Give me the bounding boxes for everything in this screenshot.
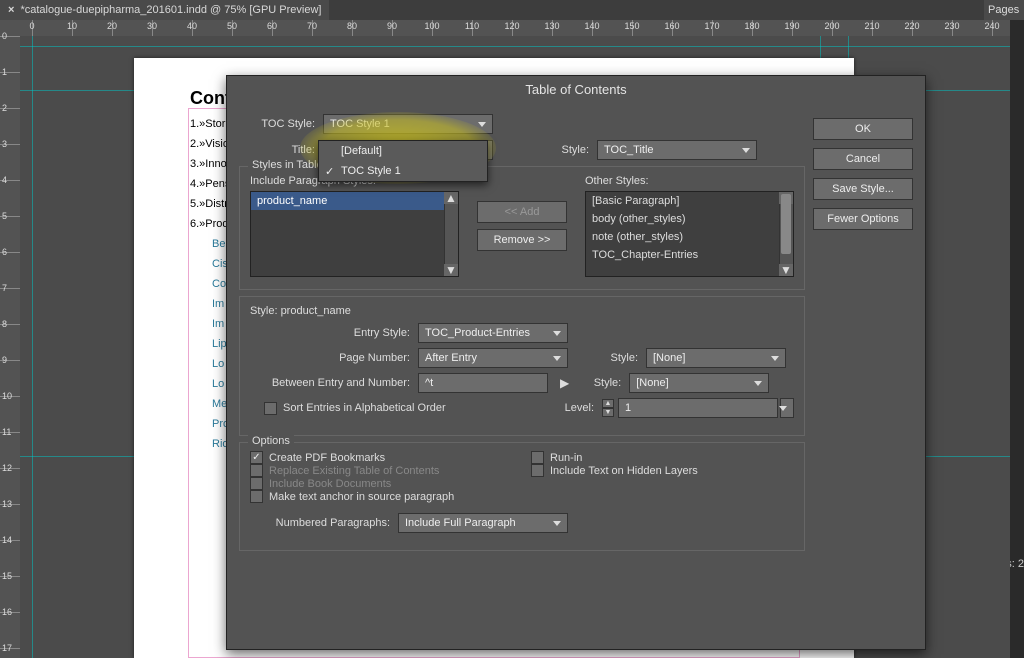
text-anchor-label: Make text anchor in source paragraph (269, 491, 454, 503)
fewer-options-button[interactable]: Fewer Options (813, 208, 913, 230)
chevron-down-icon (769, 352, 781, 364)
level-value[interactable]: 1 (618, 398, 778, 418)
page-number-style-value: [None] (653, 352, 685, 364)
chevron-down-icon (777, 402, 789, 414)
run-in-checkbox[interactable]: Run-in (531, 451, 794, 464)
replace-existing-label: Replace Existing Table of Contents (269, 465, 439, 477)
include-book-checkbox: Include Book Documents (250, 477, 513, 490)
checkbox-icon (264, 402, 277, 415)
list-item[interactable]: note (other_styles) (586, 228, 793, 246)
options-section-legend: Options (248, 435, 294, 447)
options-section: Options ✓Create PDF Bookmarks Replace Ex… (239, 442, 805, 551)
list-item[interactable]: TOC_Chapter-Entries (586, 246, 793, 264)
scroll-thumb[interactable] (781, 194, 791, 254)
entry-style-value: TOC_Product-Entries (425, 327, 530, 339)
scrollbar[interactable]: ▲ ▼ (779, 192, 793, 276)
sort-entries-label: Sort Entries in Alphabetical Order (283, 402, 446, 414)
ok-button[interactable]: OK (813, 118, 913, 140)
between-style-label: Style: (581, 377, 621, 389)
vertical-ruler[interactable]: 01234567891011121314151617 (0, 20, 20, 658)
document-tab[interactable]: × *catalogue-duepipharma_201601.indd @ 7… (0, 0, 329, 20)
between-label: Between Entry and Number: (250, 377, 410, 389)
entry-section: Style: product_name Entry Style: TOC_Pro… (239, 296, 805, 436)
list-item[interactable]: body (other_styles) (586, 210, 793, 228)
numbered-para-label: Numbered Paragraphs: (250, 517, 390, 529)
page-number-select[interactable]: After Entry (418, 348, 568, 368)
cancel-button[interactable]: Cancel (813, 148, 913, 170)
other-styles-listbox[interactable]: [Basic Paragraph]body (other_styles)note… (585, 191, 794, 277)
create-pdf-bookmarks-label: Create PDF Bookmarks (269, 452, 385, 464)
checkbox-icon (531, 464, 544, 477)
replace-existing-checkbox: Replace Existing Table of Contents (250, 464, 513, 477)
horizontal-ruler[interactable]: 0102030405060708090100110120130140150160… (20, 20, 1010, 36)
entry-style-select[interactable]: TOC_Product-Entries (418, 323, 568, 343)
entry-style-label: Entry Style: (250, 327, 410, 339)
checkbox-icon: ✓ (250, 451, 263, 464)
title-style-value: TOC_Title (604, 144, 654, 156)
include-book-label: Include Book Documents (269, 478, 391, 490)
remove-style-button[interactable]: Remove >> (477, 229, 567, 251)
toc-style-dropdown[interactable]: [Default] TOC Style 1 (318, 140, 488, 182)
between-style-select[interactable]: [None] (629, 373, 769, 393)
toc-style-value: TOC Style 1 (330, 118, 390, 130)
between-style-value: [None] (636, 377, 668, 389)
scroll-up-icon[interactable]: ▲ (444, 192, 458, 204)
hidden-layers-label: Include Text on Hidden Layers (550, 465, 698, 477)
chevron-down-icon (752, 377, 764, 389)
entry-style-heading: Style: product_name (250, 305, 794, 317)
chevron-down-icon (551, 517, 563, 529)
toc-style-select[interactable]: TOC Style 1 (323, 114, 493, 134)
page-number-style-label: Style: (598, 352, 638, 364)
numbered-para-select[interactable]: Include Full Paragraph (398, 513, 568, 533)
list-item[interactable]: [Basic Paragraph] (586, 192, 793, 210)
stepper-up-icon[interactable]: ▲ (602, 399, 614, 408)
chevron-down-icon (551, 327, 563, 339)
document-tab-title: *catalogue-duepipharma_201601.indd @ 75%… (20, 4, 321, 16)
other-styles-label: Other Styles: (585, 175, 794, 187)
sort-entries-checkbox[interactable]: Sort Entries in Alphabetical Order (264, 402, 446, 415)
checkbox-icon (250, 490, 263, 503)
tab-bar: × *catalogue-duepipharma_201601.indd @ 7… (0, 0, 1024, 20)
toc-style-label: TOC Style: (239, 118, 315, 130)
checkbox-icon (531, 451, 544, 464)
text-anchor-checkbox[interactable]: Make text anchor in source paragraph (250, 490, 513, 503)
scrollbar[interactable]: ▲ ▼ (444, 192, 458, 276)
chevron-down-icon (740, 144, 752, 156)
include-styles-listbox[interactable]: product_name ▲ ▼ (250, 191, 459, 277)
title-style-label: Style: (549, 144, 589, 156)
title-label: Title: (239, 144, 315, 156)
close-tab-icon[interactable]: × (8, 4, 14, 16)
title-style-select[interactable]: TOC_Title (597, 140, 757, 160)
checkbox-icon (250, 464, 263, 477)
dialog-title: Table of Contents (227, 76, 925, 107)
dropdown-item[interactable]: TOC Style 1 (319, 161, 487, 181)
styles-section: Styles in Table of Contents Include Para… (239, 166, 805, 290)
scroll-down-icon[interactable]: ▼ (779, 264, 793, 276)
list-item[interactable]: product_name (251, 192, 458, 210)
scroll-down-icon[interactable]: ▼ (444, 264, 458, 276)
page-number-value: After Entry (425, 352, 477, 364)
chevron-down-icon (476, 118, 488, 130)
special-char-menu-icon[interactable]: ▶ (556, 376, 573, 390)
between-input[interactable]: ^t (418, 373, 548, 393)
add-style-button[interactable]: << Add (477, 201, 567, 223)
page-number-label: Page Number: (250, 352, 410, 364)
level-stepper[interactable]: ▲▼ 1 (602, 398, 794, 418)
page-number-style-select[interactable]: [None] (646, 348, 786, 368)
hidden-layers-checkbox[interactable]: Include Text on Hidden Layers (531, 464, 794, 477)
create-pdf-bookmarks-checkbox[interactable]: ✓ Create PDF Bookmarks (250, 451, 513, 464)
dropdown-item[interactable]: [Default] (319, 141, 487, 161)
chevron-down-icon (551, 352, 563, 364)
level-label: Level: (554, 402, 594, 414)
run-in-label: Run-in (550, 452, 582, 464)
numbered-para-value: Include Full Paragraph (405, 517, 516, 529)
pages-panel-tab[interactable]: Pages (984, 0, 1024, 20)
save-style-button[interactable]: Save Style... (813, 178, 913, 200)
pages-panel-title: Pages (988, 4, 1019, 16)
stepper-down-icon[interactable]: ▼ (602, 408, 614, 417)
checkbox-icon (250, 477, 263, 490)
